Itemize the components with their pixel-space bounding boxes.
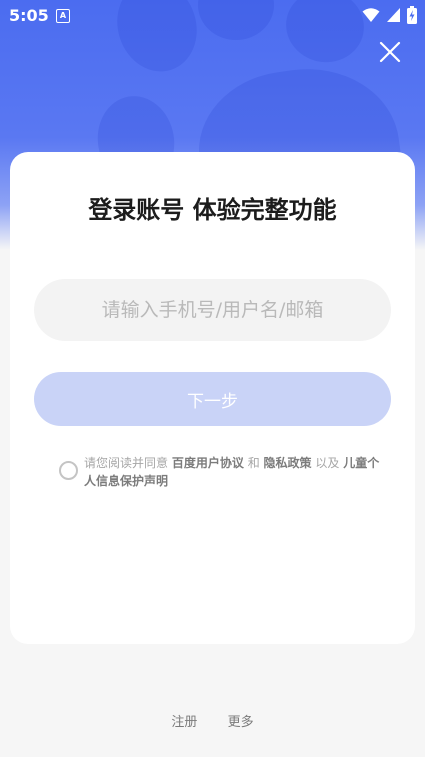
close-button[interactable] [376,38,404,66]
status-time: 5:05 [9,6,49,25]
battery-charging-icon [407,6,417,24]
agreement-suffix: 以及 [315,456,340,470]
register-link[interactable]: 注册 [171,711,197,730]
status-indicators [362,6,417,24]
login-card: 登录账号 体验完整功能 下一步 请您阅读并同意 百度用户协议 和 隐私政策 以及… [10,152,415,644]
close-icon [379,41,401,63]
cellular-signal-icon [387,8,400,22]
notification-app-icon: A [56,9,70,23]
wifi-icon [362,8,380,22]
agreement-checkbox[interactable] [59,461,78,480]
user-agreement-link[interactable]: 百度用户协议 [172,456,244,470]
status-bar: 5:05 A [0,0,425,30]
more-link[interactable]: 更多 [228,711,254,730]
agreement-text: 请您阅读并同意 百度用户协议 和 隐私政策 以及 儿童个人信息保护声明 [84,454,384,490]
privacy-policy-link[interactable]: 隐私政策 [264,456,312,470]
footer-links: 注册 更多 [0,711,425,730]
next-step-button[interactable]: 下一步 [34,372,391,426]
agreement-conjunction: 和 [247,456,260,470]
account-input[interactable] [34,279,391,341]
agreement-prefix: 请您阅读并同意 [84,456,169,470]
login-title: 登录账号 体验完整功能 [88,196,337,224]
